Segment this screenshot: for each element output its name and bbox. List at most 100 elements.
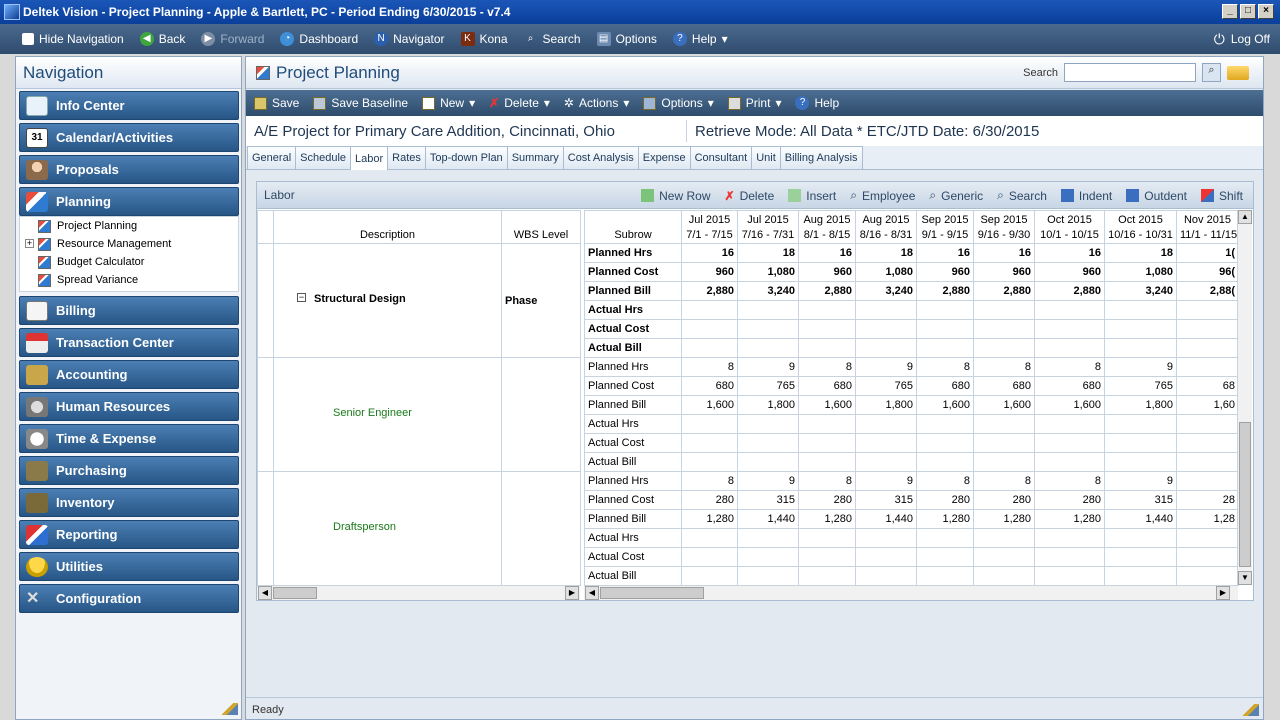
table-row[interactable]: Planned Cost 680 765 680 765 680 680 680 765 68 [584, 376, 1239, 396]
value-cell[interactable] [1104, 319, 1177, 339]
value-cell[interactable]: 680 [1034, 376, 1105, 396]
value-cell[interactable]: 1,600 [916, 395, 974, 415]
value-cell[interactable] [1104, 300, 1177, 320]
value-cell[interactable] [1034, 433, 1105, 453]
value-cell[interactable] [1104, 433, 1177, 453]
value-cell[interactable]: 1,60 [1176, 395, 1239, 415]
outdent-button[interactable]: Outdent [1126, 189, 1187, 203]
value-cell[interactable] [1176, 319, 1239, 339]
value-cell[interactable] [1176, 471, 1239, 491]
value-cell[interactable] [1034, 547, 1105, 567]
value-cell[interactable] [916, 338, 974, 358]
value-cell[interactable] [1176, 452, 1239, 472]
value-cell[interactable]: 960 [973, 262, 1035, 282]
value-cell[interactable] [973, 528, 1035, 548]
value-cell[interactable]: 2,880 [973, 281, 1035, 301]
nav-proposals[interactable]: Proposals [19, 155, 239, 184]
value-cell[interactable]: 960 [798, 262, 856, 282]
value-cell[interactable] [1176, 414, 1239, 434]
value-cell[interactable] [798, 452, 856, 472]
delete-button[interactable]: ✗ Delete ▾ [489, 96, 550, 110]
employee-search-button[interactable]: ⌕ Employee [850, 188, 915, 203]
table-row[interactable]: Actual Hrs [584, 528, 1239, 548]
nav-accounting[interactable]: Accounting [19, 360, 239, 389]
tab-rates[interactable]: Rates [387, 146, 426, 169]
value-cell[interactable]: 315 [855, 490, 917, 510]
value-cell[interactable] [737, 566, 799, 586]
back-button[interactable]: ◀ Back [132, 24, 194, 54]
value-cell[interactable] [973, 319, 1035, 339]
description-header[interactable]: Description [273, 210, 502, 244]
value-cell[interactable]: 765 [855, 376, 917, 396]
value-cell[interactable] [916, 528, 974, 548]
value-cell[interactable]: 280 [1034, 490, 1105, 510]
table-row[interactable]: Actual Cost [584, 319, 1239, 339]
value-cell[interactable]: 680 [681, 376, 738, 396]
table-row[interactable]: Actual Hrs [584, 300, 1239, 320]
grid-horizontal-scrollbar[interactable]: ◀ ▶ [584, 585, 1238, 600]
value-cell[interactable]: 8 [1034, 471, 1105, 491]
navigator-button[interactable]: N Navigator [366, 24, 452, 54]
table-row[interactable]: Actual Bill [584, 452, 1239, 472]
save-baseline-button[interactable]: Save Baseline [313, 96, 408, 110]
value-cell[interactable]: 8 [681, 471, 738, 491]
forward-button[interactable]: ▶ Forward [193, 24, 272, 54]
period-header[interactable]: Nov 2015 11/1 - 11/15 [1176, 210, 1239, 244]
subrow-header[interactable]: Subrow [584, 210, 682, 244]
shift-button[interactable]: Shift [1200, 189, 1243, 203]
value-cell[interactable] [855, 566, 917, 586]
period-header[interactable]: Aug 2015 8/16 - 8/31 [855, 210, 917, 244]
value-cell[interactable]: 680 [798, 376, 856, 396]
value-cell[interactable]: 28 [1176, 490, 1239, 510]
value-cell[interactable] [1034, 566, 1105, 586]
period-header[interactable]: Oct 2015 10/1 - 10/15 [1034, 210, 1105, 244]
value-cell[interactable] [1104, 338, 1177, 358]
value-cell[interactable]: 8 [973, 357, 1035, 377]
search-button[interactable]: ⌕ Search [516, 24, 589, 54]
tab-unit[interactable]: Unit [751, 146, 781, 169]
close-button[interactable]: × [1258, 4, 1274, 19]
wbs-level-header[interactable]: WBS Level [501, 210, 581, 244]
value-cell[interactable] [973, 566, 1035, 586]
value-cell[interactable] [855, 319, 917, 339]
value-cell[interactable] [681, 547, 738, 567]
collapse-icon[interactable]: − [297, 293, 306, 302]
table-row[interactable]: − Structural Design Phase [257, 243, 581, 358]
help-button[interactable]: ? Help ▾ [665, 24, 736, 54]
table-row[interactable]: Planned Hrs 16 18 16 18 16 16 16 18 1( [584, 243, 1239, 263]
value-cell[interactable]: 96( [1176, 262, 1239, 282]
value-cell[interactable] [1176, 433, 1239, 453]
value-cell[interactable]: 1,600 [1034, 395, 1105, 415]
value-cell[interactable] [916, 433, 974, 453]
value-cell[interactable] [1034, 414, 1105, 434]
value-cell[interactable]: 8 [681, 357, 738, 377]
value-cell[interactable] [1104, 452, 1177, 472]
value-cell[interactable] [855, 528, 917, 548]
value-cell[interactable]: 1,440 [737, 509, 799, 529]
value-cell[interactable]: 280 [916, 490, 974, 510]
period-header[interactable]: Aug 2015 8/1 - 8/15 [798, 210, 856, 244]
value-cell[interactable] [855, 452, 917, 472]
value-cell[interactable]: 18 [1104, 243, 1177, 263]
help-button[interactable]: ? Help [795, 96, 839, 110]
insert-button[interactable]: Insert [788, 189, 836, 203]
value-cell[interactable] [1176, 357, 1239, 377]
value-cell[interactable] [1104, 547, 1177, 567]
tab-top-down-plan[interactable]: Top-down Plan [424, 146, 508, 169]
value-cell[interactable]: 960 [916, 262, 974, 282]
value-cell[interactable]: 68 [1176, 376, 1239, 396]
period-header[interactable]: Jul 2015 7/16 - 7/31 [737, 210, 799, 244]
value-cell[interactable]: 9 [1104, 357, 1177, 377]
tab-cost-analysis[interactable]: Cost Analysis [562, 146, 639, 169]
kona-button[interactable]: K Kona [453, 24, 516, 54]
scroll-left-icon[interactable]: ◀ [585, 586, 599, 600]
wbs-level-cell[interactable] [501, 357, 581, 472]
value-cell[interactable] [1034, 452, 1105, 472]
value-cell[interactable] [855, 414, 917, 434]
subitem-resource-management[interactable]: + Resource Management [20, 235, 238, 253]
value-cell[interactable]: 3,240 [855, 281, 917, 301]
value-cell[interactable]: 1,280 [973, 509, 1035, 529]
dashboard-button[interactable]: ◔ Dashboard [272, 24, 366, 54]
wbs-level-cell[interactable] [501, 471, 581, 586]
row-selector[interactable] [257, 243, 274, 358]
